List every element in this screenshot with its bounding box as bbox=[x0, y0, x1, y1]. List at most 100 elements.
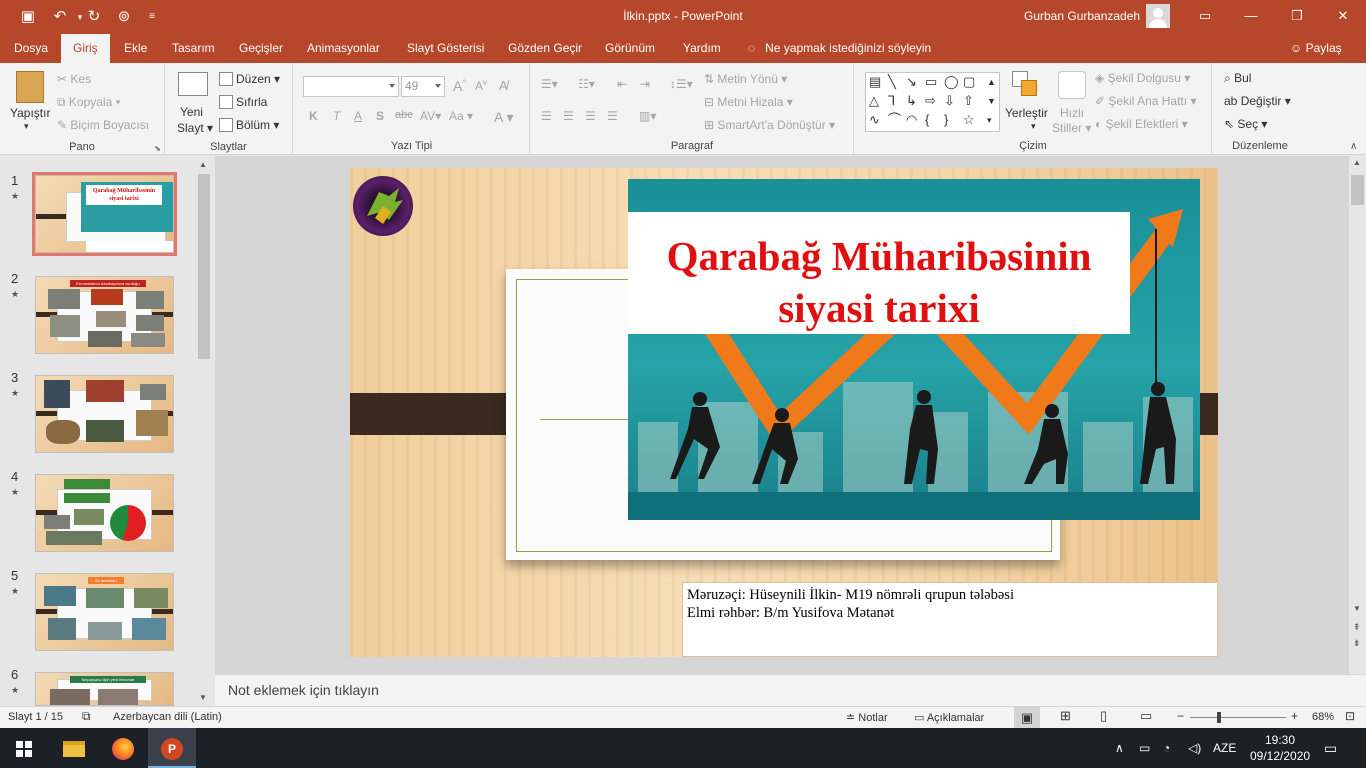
close-button[interactable]: ✕ bbox=[1320, 0, 1366, 32]
increase-indent-icon[interactable]: ⇥ bbox=[640, 77, 650, 91]
layout-button[interactable]: Düzen ▾ bbox=[219, 72, 280, 86]
shapes-gallery[interactable]: ▤ ╲ ↘ ▭ ◯ ▢ △ ⅂ ↳ ⇨ ⇩ ⇧ ∿ ⌒ ◠ { } ☆ ▲ ▼ … bbox=[865, 72, 1000, 132]
save-icon[interactable]: ▣ bbox=[18, 7, 38, 27]
tab-tasarim[interactable]: Tasarım bbox=[171, 34, 216, 63]
zoom-slider-thumb[interactable] bbox=[1217, 712, 1221, 723]
arrange-button[interactable]: Yerleştir bbox=[1005, 106, 1048, 120]
right-brace-icon[interactable]: } bbox=[944, 113, 948, 127]
font-dropdown-icon[interactable] bbox=[389, 84, 395, 88]
shrink-font-icon[interactable]: Av bbox=[475, 78, 487, 93]
network-icon[interactable]: ◔ bbox=[1163, 728, 1170, 768]
align-left-icon[interactable]: ☰ bbox=[541, 109, 552, 123]
freeform-icon[interactable]: ∿ bbox=[869, 113, 880, 127]
oval-shape-icon[interactable]: ◯ bbox=[944, 75, 959, 89]
slide-subtitle-box[interactable]: Məruzəçi: Hüseynili İlkin- M19 nömrəli q… bbox=[682, 582, 1218, 657]
slide-sorter-icon[interactable]: ⊞ bbox=[1060, 708, 1071, 724]
numbering-icon[interactable]: ☷▾ bbox=[578, 77, 595, 91]
share-button[interactable]: ☺ Paylaş bbox=[1290, 34, 1342, 63]
restore-button[interactable]: ❐ bbox=[1274, 0, 1320, 32]
file-explorer-icon[interactable] bbox=[50, 728, 98, 768]
shadow-button[interactable]: S bbox=[376, 109, 384, 123]
previous-slide-icon[interactable]: ⇞ bbox=[1353, 622, 1361, 633]
new-slide-label-1[interactable]: Yeni bbox=[180, 105, 203, 119]
zoom-out-button[interactable]: − bbox=[1177, 709, 1184, 723]
tab-slayt-gosterisi[interactable]: Slayt Gösterisi bbox=[406, 34, 485, 63]
undo-icon[interactable]: ↶ bbox=[50, 7, 70, 27]
slideshow-view-icon[interactable]: ▭ bbox=[1140, 708, 1152, 724]
slide-title-box[interactable]: Qarabağ Müharibəsinin siyasi tarixi bbox=[628, 212, 1130, 334]
tell-me-search[interactable]: ◌ Ne yapmak istediğinizi söyleyin bbox=[748, 34, 931, 63]
scroll-up-icon[interactable]: ▲ bbox=[1353, 158, 1361, 167]
underline-button[interactable]: A bbox=[354, 109, 362, 123]
zoom-level[interactable]: 68% bbox=[1312, 711, 1334, 723]
scroll-down-icon[interactable]: ▼ bbox=[1353, 604, 1361, 613]
normal-view-icon[interactable]: ▣ bbox=[1014, 707, 1040, 728]
show-hidden-icons-icon[interactable]: ∧ bbox=[1115, 728, 1124, 768]
align-right-icon[interactable]: ☰ bbox=[585, 109, 596, 123]
user-avatar[interactable] bbox=[1146, 4, 1170, 28]
grow-font-icon[interactable]: A^ bbox=[453, 78, 466, 94]
fit-to-window-icon[interactable]: ⊡ bbox=[1345, 709, 1355, 723]
text-direction-button[interactable]: ⇅ Metin Yönü ▾ bbox=[704, 72, 787, 86]
collapse-ribbon-icon[interactable]: ∧ bbox=[1350, 141, 1357, 152]
ribbon-display-icon[interactable]: ▭ bbox=[1182, 0, 1228, 32]
format-painter-button[interactable]: ✎ Biçim Boyacısı bbox=[57, 118, 149, 132]
slide-thumbnail-5[interactable]: Su anbarları bbox=[35, 573, 174, 651]
shape-outline-button[interactable]: ✐ Şekil Ana Hattı ▾ bbox=[1095, 94, 1196, 108]
textbox-shape-icon[interactable]: ▤ bbox=[869, 75, 881, 89]
font-name-box[interactable] bbox=[303, 76, 399, 97]
left-brace-icon[interactable]: { bbox=[925, 113, 929, 127]
find-button[interactable]: ⌕ Bul bbox=[1224, 71, 1251, 86]
tab-gorunum[interactable]: Görünüm bbox=[604, 34, 656, 63]
redo-icon[interactable]: ↻ bbox=[84, 7, 104, 27]
dialog-launcher-icon[interactable]: ⬊ bbox=[154, 144, 161, 153]
tab-giris[interactable]: Giriş bbox=[61, 34, 110, 63]
accessibility-icon[interactable]: ⧉ bbox=[82, 709, 91, 724]
up-arrow-shape-icon[interactable]: ⇧ bbox=[963, 94, 974, 108]
reset-button[interactable]: Sıfırla bbox=[219, 95, 267, 109]
current-slide[interactable]: Qarabağ Müharibəsinin siyasi tarixi Məru… bbox=[350, 168, 1218, 657]
slide-thumbnail-4[interactable] bbox=[35, 474, 174, 552]
quick-styles-icon[interactable] bbox=[1058, 71, 1086, 99]
tab-gozden-gecir[interactable]: Gözden Geçir bbox=[507, 34, 583, 63]
tab-dosya[interactable]: Dosya bbox=[13, 34, 49, 63]
scroll-down-icon[interactable]: ▼ bbox=[199, 693, 207, 702]
firefox-icon[interactable] bbox=[99, 728, 147, 768]
elbow-connector-icon[interactable]: ⅂ bbox=[888, 94, 895, 108]
cut-button[interactable]: ✂ Kes bbox=[57, 72, 91, 86]
curve-shape-icon[interactable]: ◠ bbox=[906, 113, 917, 127]
justify-icon[interactable]: ☰ bbox=[607, 109, 618, 123]
next-slide-icon[interactable]: ⇟ bbox=[1353, 638, 1361, 649]
clear-format-icon[interactable]: A̸ bbox=[499, 78, 508, 93]
zoom-slider[interactable] bbox=[1190, 717, 1286, 718]
smartart-button[interactable]: ⊞ SmartArt'a Dönüştür ▾ bbox=[704, 118, 835, 132]
rectangle-shape-icon[interactable]: ▭ bbox=[925, 75, 937, 89]
gallery-down-icon[interactable]: ▼ bbox=[987, 94, 996, 108]
right-arrow-shape-icon[interactable]: ⇨ bbox=[925, 94, 936, 108]
tab-animasyonlar[interactable]: Animasyonlar bbox=[306, 34, 381, 63]
arc-shape-icon[interactable]: ⌒ bbox=[888, 113, 901, 127]
action-center-icon[interactable]: ▭ bbox=[1324, 728, 1337, 768]
font-size-box[interactable]: 49 bbox=[401, 76, 445, 97]
change-case-button[interactable]: Aa ▾ bbox=[449, 109, 473, 123]
input-language[interactable]: AZE bbox=[1213, 728, 1236, 768]
notes-pane[interactable]: Not eklemek için tıklayın bbox=[215, 674, 1366, 706]
section-button[interactable]: Bölüm ▾ bbox=[219, 118, 279, 132]
scroll-up-icon[interactable]: ▲ bbox=[199, 160, 207, 169]
volume-icon[interactable]: ◁) bbox=[1188, 728, 1201, 768]
powerpoint-taskbar-icon[interactable]: P bbox=[148, 728, 196, 768]
columns-icon[interactable]: ▥▾ bbox=[639, 109, 656, 123]
font-color-button[interactable]: A ▾ bbox=[494, 109, 514, 126]
slide-thumbnail-1[interactable]: Qarabağ Müharibəsinin siyasi tarixi bbox=[32, 172, 177, 256]
arrow-line-shape-icon[interactable]: ↘ bbox=[906, 75, 917, 89]
arrange-dropdown-icon[interactable]: ▾ bbox=[1031, 121, 1036, 132]
decrease-indent-icon[interactable]: ⇤ bbox=[617, 77, 627, 91]
thumbnails-scrollbar[interactable]: ▲ ▼ bbox=[197, 158, 211, 704]
quick-styles-button[interactable]: Stiller ▾ bbox=[1052, 121, 1091, 135]
scroll-thumb[interactable] bbox=[1351, 175, 1364, 205]
select-button[interactable]: ⇖ Seç ▾ bbox=[1224, 117, 1267, 131]
align-center-icon[interactable]: ☰ bbox=[563, 109, 574, 123]
user-name[interactable]: Gurban Gurbanzadeh bbox=[1024, 9, 1140, 23]
char-spacing-icon[interactable]: AV▾ bbox=[420, 109, 441, 123]
slide-thumbnail-6[interactable]: Neçəyşənə ilçin yenl imkanlar bbox=[35, 672, 174, 706]
